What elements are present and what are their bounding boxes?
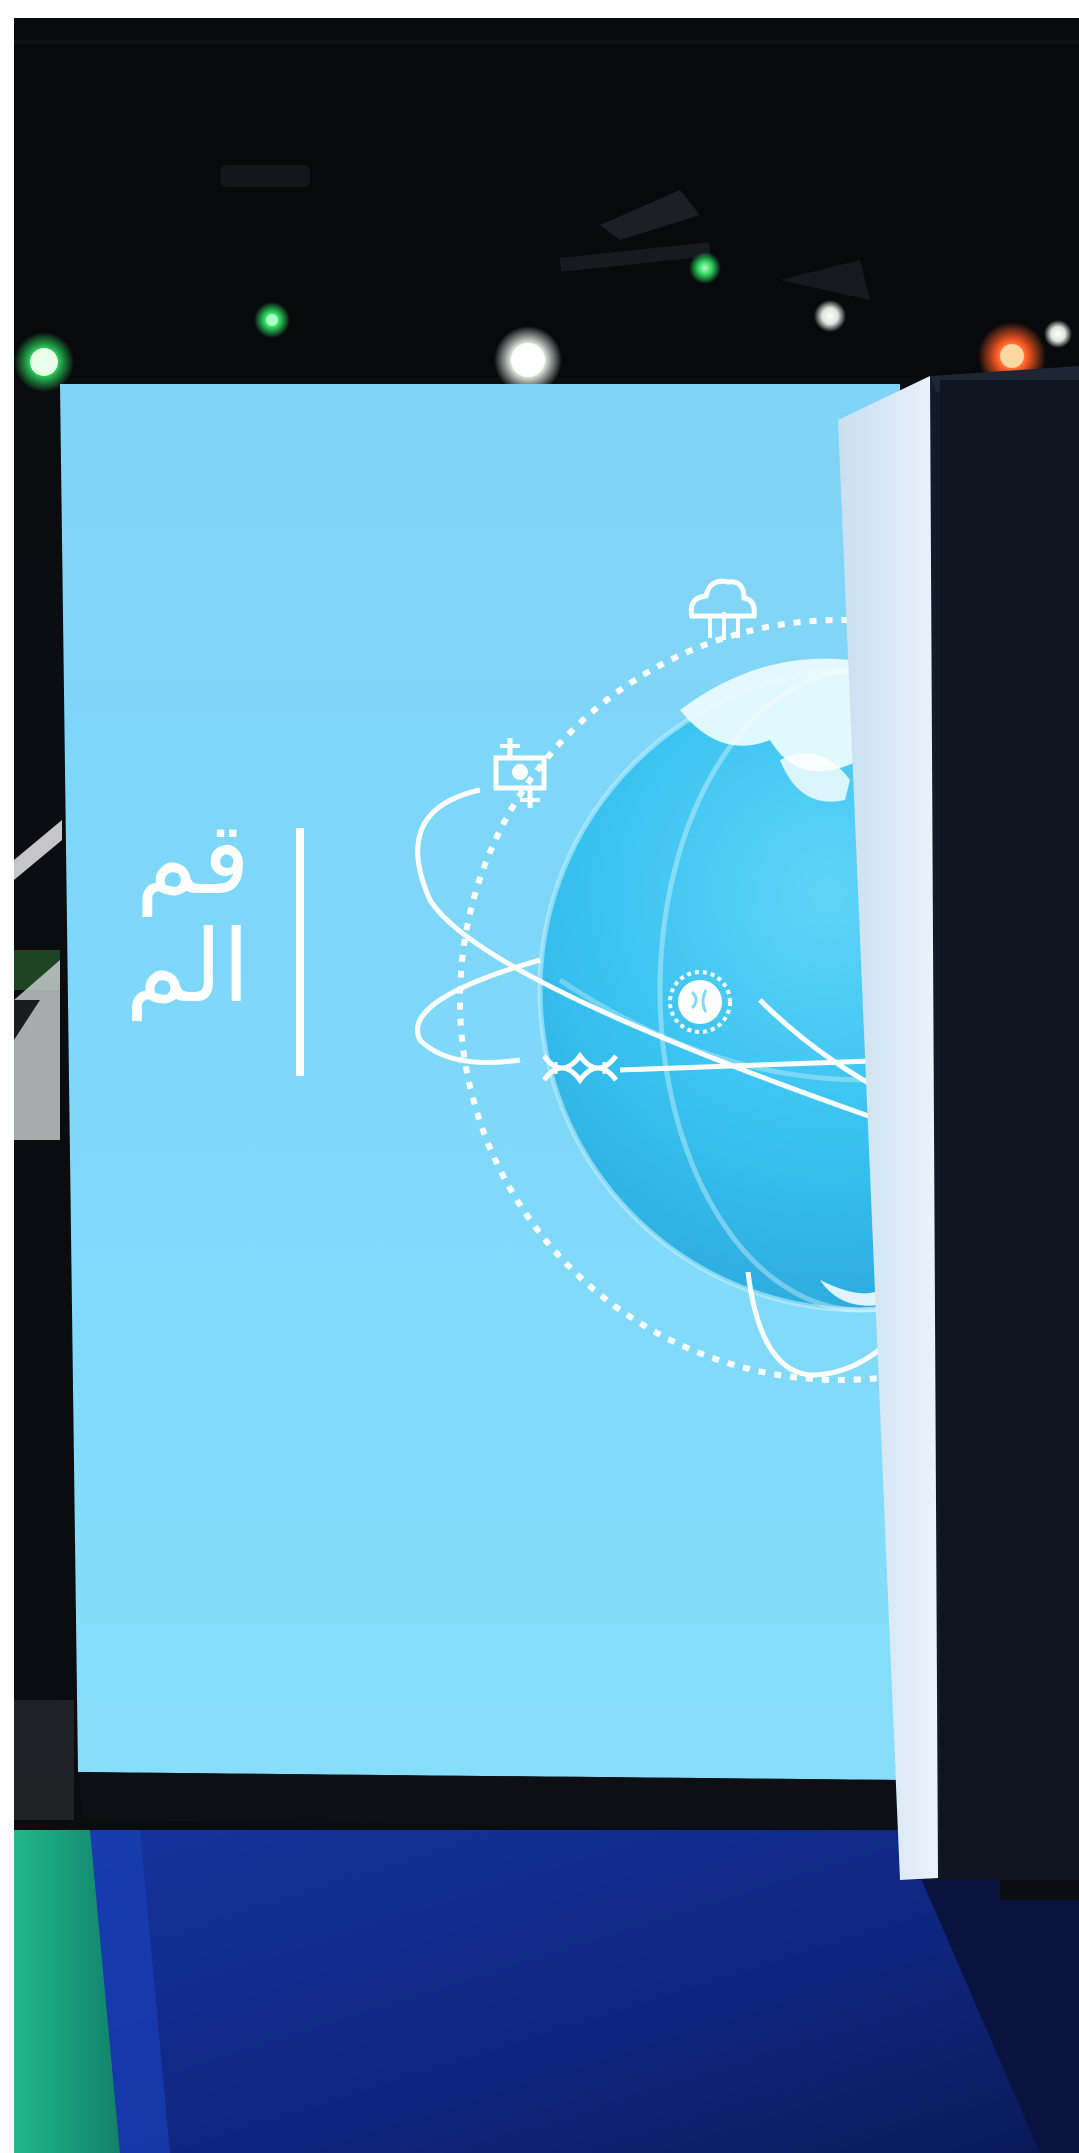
screen-arabic-title: قم الم <box>60 805 250 1021</box>
white-spotlight <box>814 300 846 332</box>
divider-bar <box>296 828 304 1076</box>
photo-scene <box>0 0 1079 2153</box>
screen-title-line-2: الم <box>125 908 250 1021</box>
screen-title-line-1: قم <box>135 805 250 917</box>
green-light <box>689 252 721 284</box>
